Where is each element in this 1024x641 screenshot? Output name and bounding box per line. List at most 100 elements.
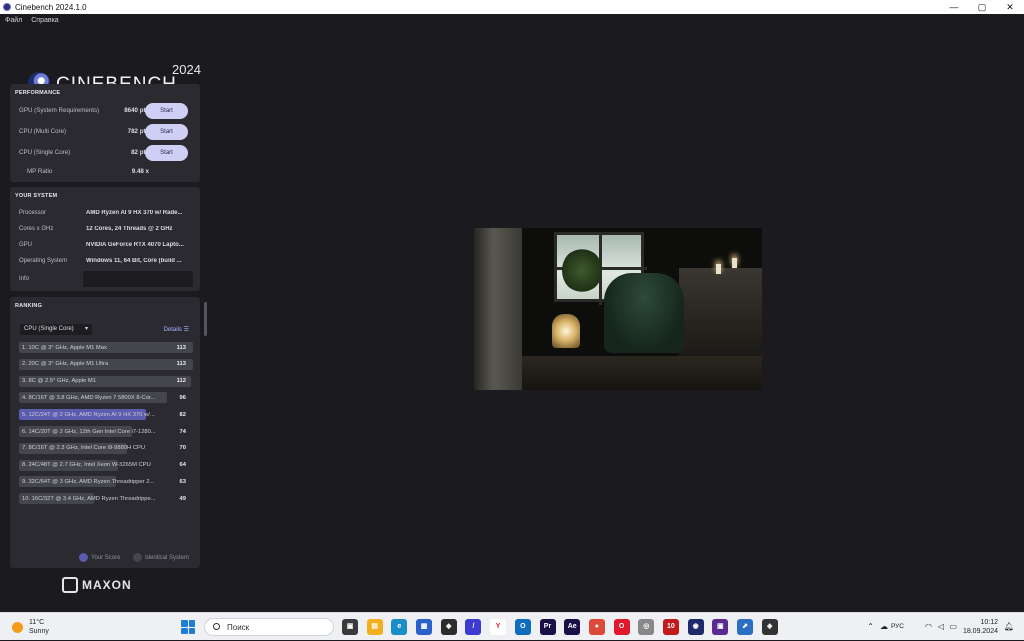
details-label: Details bbox=[163, 327, 182, 333]
ranking-label: 9. 32C/64T @ 3 GHz, AMD Ryzen Threadripp… bbox=[22, 478, 155, 485]
menu-help[interactable]: Справка bbox=[31, 17, 58, 24]
volume-icon[interactable]: ◁ bbox=[938, 622, 944, 631]
maxon-logo: MAXON bbox=[62, 577, 132, 593]
app-purple-icon[interactable]: ▣ bbox=[712, 619, 729, 635]
ranking-row[interactable]: 4. 8C/16T @ 3.8 GHz, AMD Ryzen 7 5800X 8… bbox=[19, 392, 193, 404]
ranking-label: 3. 8C @ 2.5° GHz, Apple M1 bbox=[22, 378, 96, 385]
minimize-button[interactable]: — bbox=[940, 0, 968, 14]
mp-ratio-label: MP Ratio bbox=[27, 168, 53, 175]
chevron-down-icon: ▾ bbox=[84, 326, 88, 332]
info-field[interactable] bbox=[83, 271, 193, 287]
system-row-processor: Processor AMD Ryzen AI 9 HX 370 w/ Rade.… bbox=[19, 208, 195, 220]
yandex-icon[interactable]: Y bbox=[490, 619, 507, 635]
ranking-score: 70 bbox=[179, 445, 186, 452]
system-row-gpu: GPU NVIDIA GeForce RTX 4070 Lapto... bbox=[19, 240, 195, 252]
app-cube-icon[interactable]: ◆ bbox=[440, 619, 457, 635]
ranking-panel: RANKING CPU (Single Core) ▾ Details ☰ 1.… bbox=[10, 297, 200, 568]
logo-year: 2024 bbox=[172, 62, 201, 77]
details-button[interactable]: Details ☰ bbox=[164, 326, 189, 333]
premiere-icon[interactable]: Pr bbox=[539, 619, 556, 635]
legend-label: Your Score bbox=[91, 554, 121, 561]
search-placeholder: Поиск bbox=[227, 623, 250, 632]
ranking-title: RANKING bbox=[15, 303, 43, 309]
weather-condition: Sunny bbox=[29, 628, 49, 635]
edge-icon[interactable]: e bbox=[391, 619, 408, 635]
perf-label: GPU (System Requirements) bbox=[19, 107, 100, 114]
perf-row-cpu-multi: CPU (Multi Core) 782 pts Start bbox=[19, 124, 195, 140]
ranking-score: 113 bbox=[176, 344, 186, 351]
ranking-score: 96 bbox=[179, 394, 186, 401]
taskbar-search[interactable]: Поиск bbox=[204, 618, 334, 636]
app-blue-icon[interactable]: ⬈ bbox=[737, 619, 753, 635]
taskbar: 11°C Sunny Поиск ▣ ▤ e ▦ ◆ / Y O Pr Ae ● O ◎ 10 ◉ ▣ ⬈ ◈ ⌃… bbox=[0, 612, 1024, 640]
ranking-row[interactable]: 3. 8C @ 2.5° GHz, Apple M1 112 bbox=[19, 375, 193, 387]
sun-icon bbox=[12, 621, 23, 633]
weather-widget[interactable]: 11°C Sunny bbox=[12, 618, 49, 636]
outlook-icon[interactable]: O bbox=[514, 619, 531, 635]
ranking-row[interactable]: 5. 12C/24T @ 2 GHz, AMD Ryzen AI 9 HX 37… bbox=[19, 409, 193, 421]
app-body: CINEBENCH 2024 PERFORMANCE GPU (System R… bbox=[0, 26, 1024, 612]
ranking-row[interactable]: 8. 24C/48T @ 2.7 GHz, Intel Xeon W-3265M… bbox=[19, 459, 193, 471]
start-gpu-button[interactable]: Start bbox=[145, 103, 188, 119]
wifi-icon[interactable]: ◠ bbox=[925, 622, 932, 631]
system-value: 12 Cores, 24 Threads @ 2 GHz bbox=[86, 226, 173, 232]
chrome-icon[interactable]: ● bbox=[588, 619, 605, 635]
ranking-row[interactable]: 7. 8C/16T @ 2.3 GHz, Intel Core i9-9880H… bbox=[19, 442, 193, 454]
ranking-score: 63 bbox=[179, 478, 186, 485]
windows-start-button[interactable] bbox=[181, 620, 195, 634]
app-dark-icon[interactable]: ◈ bbox=[761, 619, 778, 635]
mp-ratio-row: MP Ratio 9.48 x bbox=[19, 164, 195, 180]
ranking-row[interactable]: 2. 20C @ 3° GHz, Apple M1 Ultra 113 bbox=[19, 358, 193, 370]
system-value: NVIDIA GeForce RTX 4070 Lapto... bbox=[86, 242, 184, 248]
system-label: Processor bbox=[19, 210, 47, 216]
system-row-cores: Cores x GHz 12 Cores, 24 Threads @ 2 GHz bbox=[19, 224, 195, 236]
chevron-up-icon[interactable]: ⌃ bbox=[867, 622, 874, 631]
close-button[interactable]: ✕ bbox=[996, 0, 1024, 14]
start-cpu-single-button[interactable]: Start bbox=[145, 145, 188, 161]
ranking-row[interactable]: 1. 10C @ 3° GHz, Apple M1 Max 113 bbox=[19, 342, 193, 353]
system-value: Windows 11, 64 Bit, Core (build ... bbox=[86, 258, 182, 264]
ranking-row[interactable]: 9. 32C/64T @ 3 GHz, AMD Ryzen Threadripp… bbox=[19, 476, 193, 488]
ranking-label: 4. 8C/16T @ 3.8 GHz, AMD Ryzen 7 5800X 8… bbox=[22, 394, 156, 401]
clock[interactable]: 10:12 18.09.2024 bbox=[963, 618, 998, 636]
ranking-label: 2. 20C @ 3° GHz, Apple M1 Ultra bbox=[22, 361, 109, 368]
system-label: GPU bbox=[19, 242, 33, 248]
ranking-score: 113 bbox=[176, 361, 186, 368]
after-effects-icon[interactable]: Ae bbox=[564, 619, 581, 635]
render-preview-image bbox=[474, 228, 762, 390]
performance-panel: PERFORMANCE GPU (System Requirements) 86… bbox=[10, 84, 200, 182]
cloud-icon[interactable]: ☁ bbox=[880, 622, 888, 631]
opera-icon[interactable]: O bbox=[613, 619, 630, 635]
ranking-score: 82 bbox=[179, 411, 186, 418]
ranking-label: 1. 10C @ 3° GHz, Apple M1 Max bbox=[22, 344, 107, 351]
store-icon[interactable]: ▦ bbox=[416, 619, 433, 635]
file-explorer-icon[interactable]: ▤ bbox=[366, 619, 383, 635]
task-view-icon[interactable]: ▣ bbox=[342, 619, 358, 635]
ranking-label: 7. 8C/16T @ 2.3 GHz, Intel Core i9-9880H… bbox=[22, 445, 146, 452]
ranking-row[interactable]: 10. 16C/32T @ 3.4 GHz, AMD Ryzen Threadr… bbox=[19, 493, 193, 505]
ranking-scrollbar[interactable] bbox=[204, 302, 207, 336]
maximize-button[interactable]: ▢ bbox=[968, 0, 996, 14]
maxon-brand: MAXON bbox=[82, 578, 132, 592]
ranking-select-value: CPU (Single Core) bbox=[24, 326, 74, 332]
app-slash-icon[interactable]: / bbox=[465, 619, 482, 635]
system-label: Info bbox=[19, 276, 30, 282]
language-indicator[interactable]: РУС bbox=[891, 623, 904, 630]
window-title: Cinebench 2024.1.0 bbox=[15, 2, 87, 12]
title-bar: Cinebench 2024.1.0 — ▢ ✕ bbox=[0, 0, 1024, 14]
ranking-test-select[interactable]: CPU (Single Core) ▾ bbox=[20, 324, 92, 335]
clock-date: 18.09.2024 bbox=[962, 628, 998, 635]
legend-your-score: Your Score bbox=[79, 553, 120, 562]
ranking-score: 74 bbox=[179, 428, 186, 435]
app-ring-icon[interactable]: ◎ bbox=[638, 619, 655, 635]
app-10-icon[interactable]: 10 bbox=[662, 619, 679, 635]
system-label: Cores x GHz bbox=[19, 226, 54, 232]
ranking-score: 49 bbox=[179, 495, 186, 502]
perf-row-gpu: GPU (System Requirements) 8640 pts Start bbox=[19, 103, 195, 119]
cinebench-icon[interactable]: ◉ bbox=[687, 619, 704, 635]
ranking-row[interactable]: 6. 14C/20T @ 2 GHz, 12th Gen Intel Core … bbox=[19, 426, 193, 437]
menu-file[interactable]: Файл bbox=[5, 17, 22, 24]
start-cpu-multi-button[interactable]: Start bbox=[145, 124, 188, 140]
battery-icon[interactable]: ▭ bbox=[949, 622, 957, 631]
notifications-icon[interactable]: 🔔︎ bbox=[1004, 622, 1014, 631]
